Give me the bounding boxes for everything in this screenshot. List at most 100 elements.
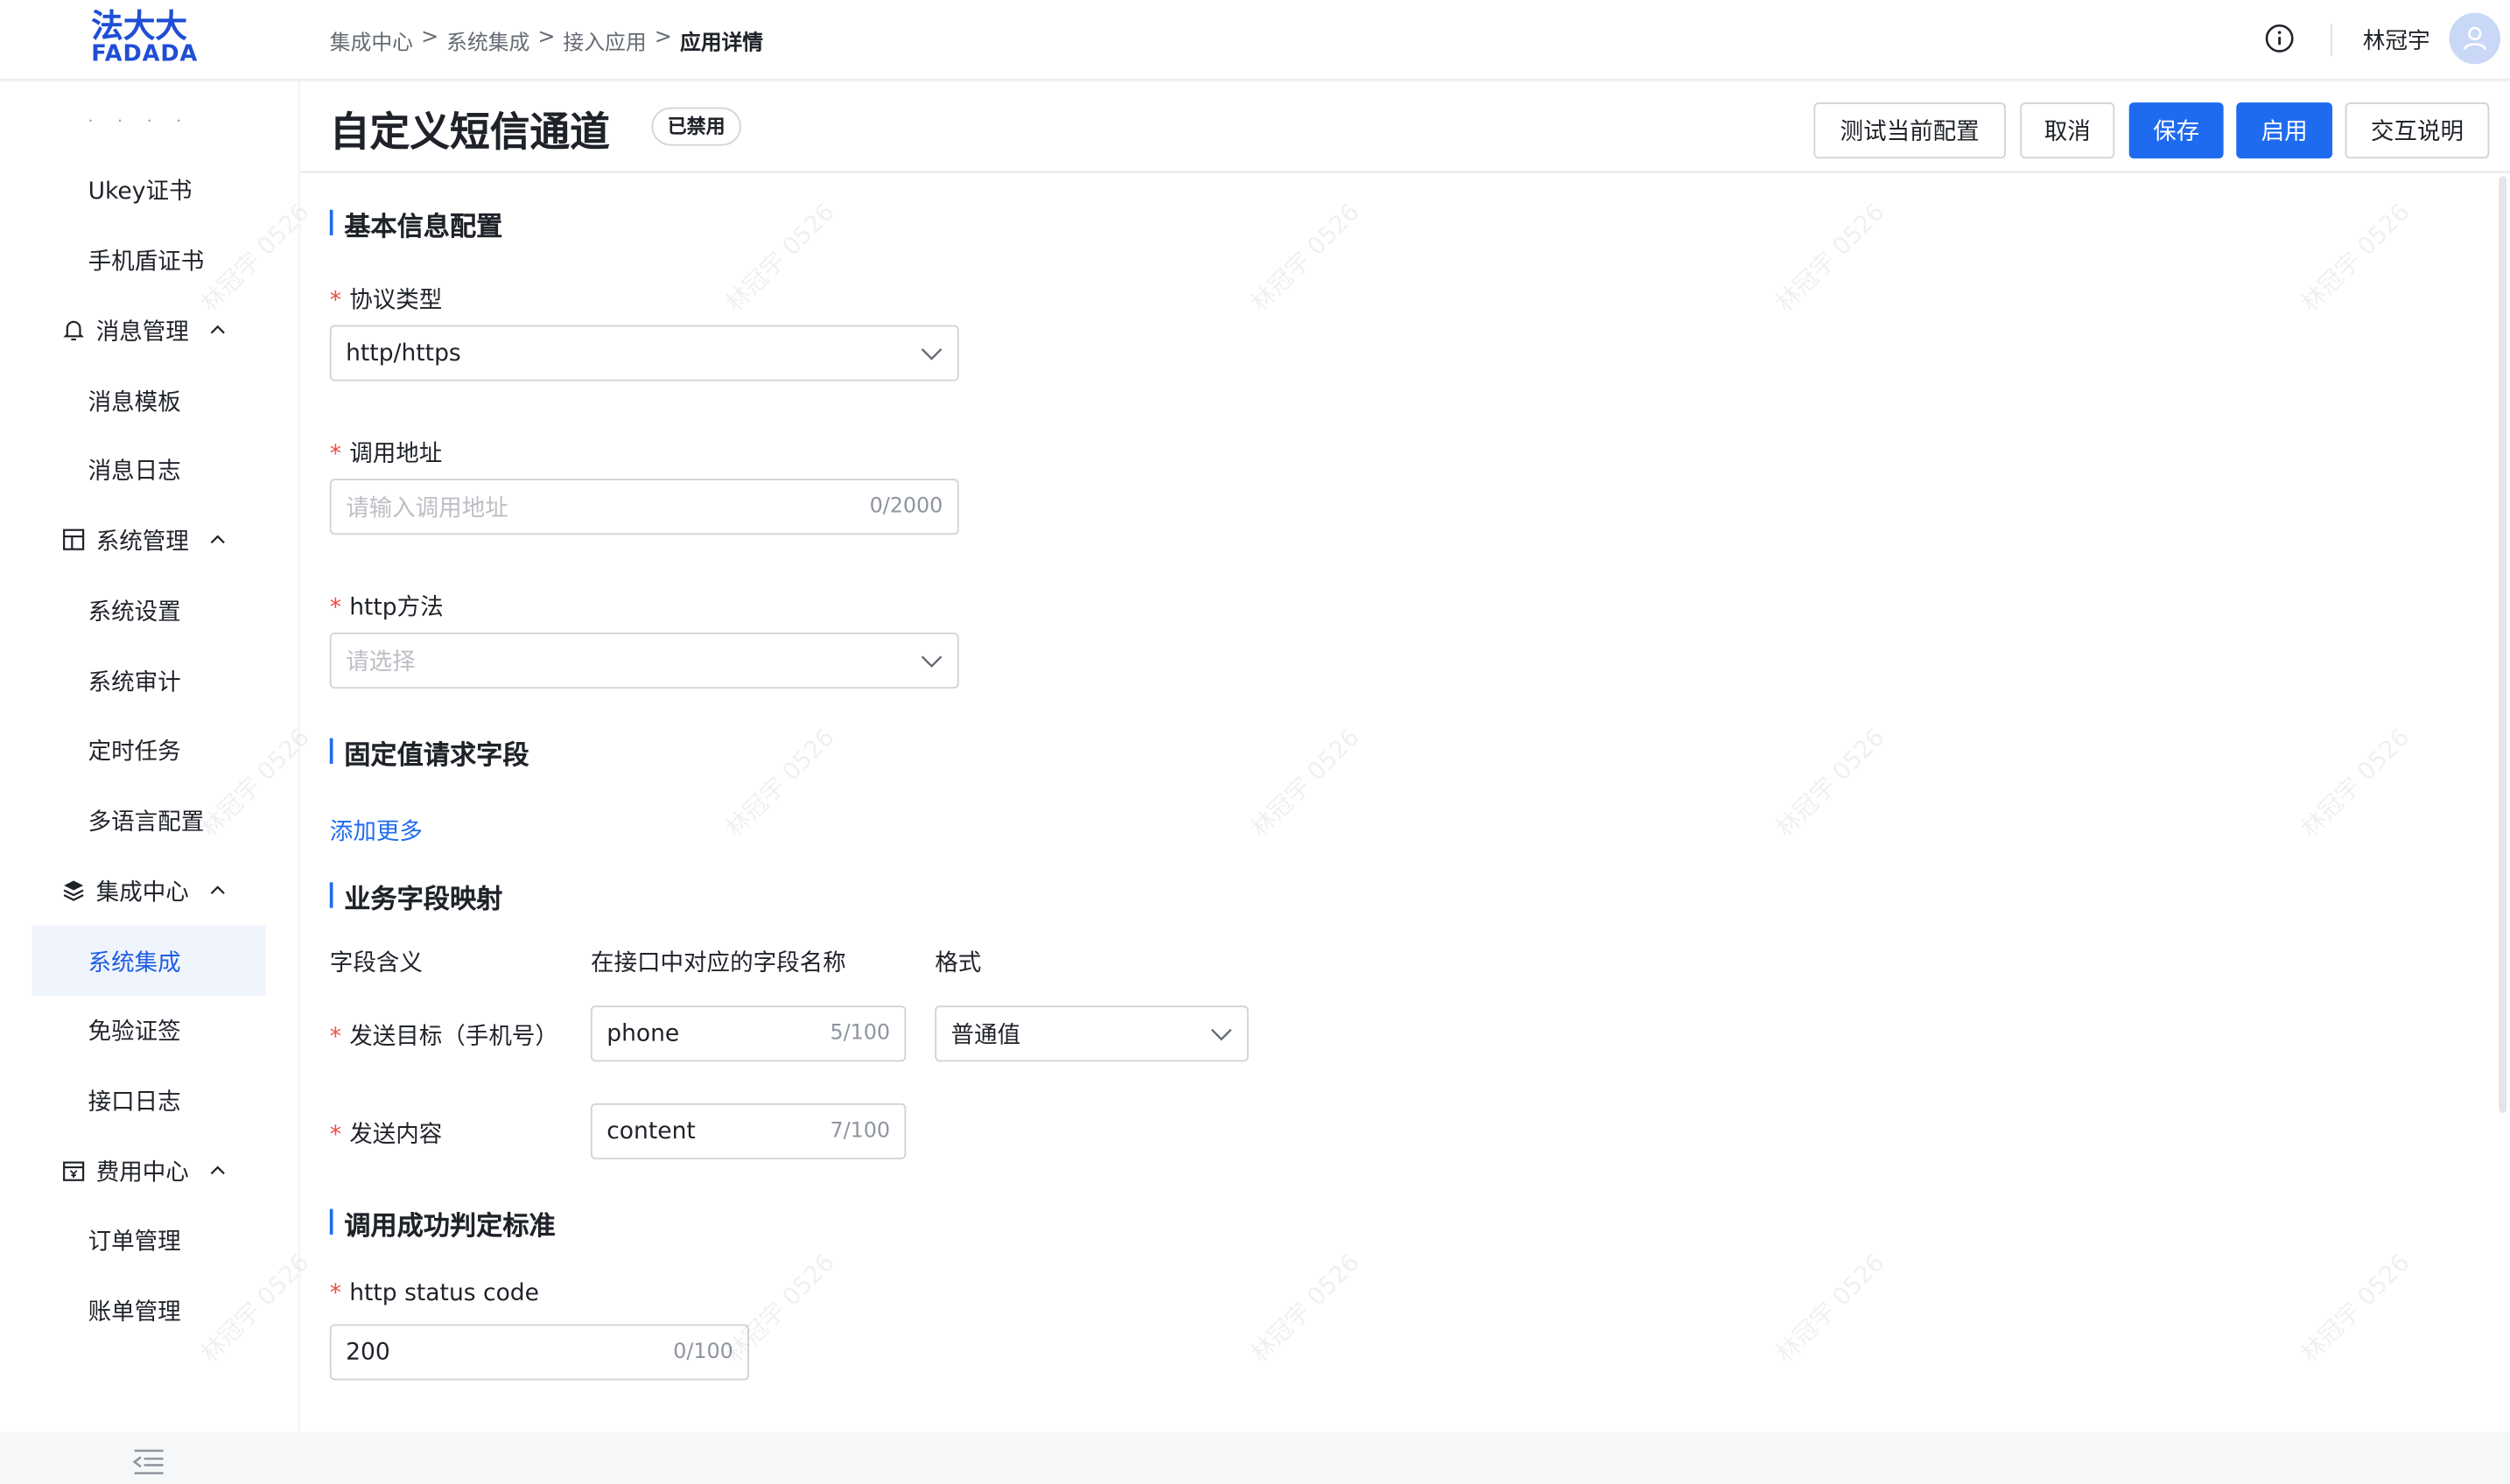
method-label-text: http方法 xyxy=(349,595,444,622)
content-label: * 发送内容 xyxy=(330,1116,442,1150)
bell-icon xyxy=(61,317,87,342)
chevron-up-icon xyxy=(208,1161,228,1180)
collapse-menu-icon[interactable] xyxy=(131,1446,166,1478)
sidebar-item-orders[interactable]: 订单管理 xyxy=(32,1204,266,1275)
save-button[interactable]: 保存 xyxy=(2128,102,2224,159)
chevron-up-icon xyxy=(208,881,228,900)
status-badge: 已禁用 xyxy=(651,107,741,146)
sidebar-item-label: 多语言配置 xyxy=(88,809,205,836)
protocol-label-text: 协议类型 xyxy=(349,288,443,314)
target-format-value: 普通值 xyxy=(950,1023,1021,1049)
section-title-mapping: 业务字段映射 xyxy=(329,878,502,916)
column-header-meaning: 字段含义 xyxy=(329,951,423,977)
sidebar-item-label: 消息日志 xyxy=(88,458,181,485)
method-select[interactable]: 请选择 xyxy=(329,632,959,689)
sidebar-item-ukey-cert[interactable]: Ukey证书 xyxy=(32,154,266,225)
breadcrumb-separator: > xyxy=(654,25,672,50)
sidebar-group-message[interactable]: 消息管理 xyxy=(32,295,266,366)
breadcrumb: 集成中心 > 系统集成 > 接入应用 > 应用详情 xyxy=(330,25,763,56)
chevron-up-icon xyxy=(208,530,228,550)
sidebar-item-bills[interactable]: 账单管理 xyxy=(32,1275,266,1346)
fadada-logo[interactable]: 法大大 FADADA xyxy=(91,10,207,71)
info-icon[interactable] xyxy=(2263,23,2296,55)
url-input[interactable]: 请输入调用地址 0/2000 xyxy=(329,479,959,536)
sidebar-item-no-verify-sign[interactable]: 免验证签 xyxy=(32,994,266,1065)
sidebar: · · · · Ukey证书 手机盾证书 消息管理 消息模板 消息日志 系统管理… xyxy=(0,81,298,1474)
sidebar-group-system[interactable]: 系统管理 xyxy=(32,504,266,575)
column-header-format: 格式 xyxy=(935,951,982,977)
status-code-label-text: http status code xyxy=(349,1281,539,1307)
target-field-value: phone xyxy=(606,1020,680,1046)
breadcrumb-item-system-integration[interactable]: 系统集成 xyxy=(446,25,529,56)
sidebar-item-label: 消息模板 xyxy=(88,389,181,416)
logo-en-text: FADADA xyxy=(91,41,199,67)
breadcrumb-separator: > xyxy=(537,25,556,50)
header-divider xyxy=(2331,24,2332,57)
user-icon xyxy=(2463,26,2486,51)
sidebar-item-label: 系统审计 xyxy=(88,669,181,696)
sidebar-item-message-log[interactable]: 消息日志 xyxy=(32,434,266,505)
sidebar-item-label: 手机盾证书 xyxy=(88,248,205,275)
test-config-button[interactable]: 测试当前配置 xyxy=(1813,102,2006,159)
top-bar: 法大大 FADADA 集成中心 > 系统集成 > 接入应用 > 应用详情 林冠宇 xyxy=(0,0,2510,80)
sidebar-item-label: 系统集成 xyxy=(88,950,181,976)
wallet-icon xyxy=(61,1158,87,1183)
sidebar-group-billing[interactable]: 费用中心 xyxy=(32,1135,266,1206)
sidebar-group-label: 系统管理 xyxy=(95,528,189,556)
content-char-count: 7/100 xyxy=(830,1119,890,1144)
required-mark: * xyxy=(329,1281,342,1307)
protocol-select[interactable]: http/https xyxy=(329,325,959,382)
sidebar-item-label: 定时任务 xyxy=(88,738,181,765)
user-name[interactable]: 林冠宇 xyxy=(2363,24,2430,56)
section-title-success: 调用成功判定标准 xyxy=(329,1204,556,1242)
chevron-down-icon xyxy=(1210,1022,1233,1045)
url-label-text: 调用地址 xyxy=(349,442,443,468)
breadcrumb-separator: > xyxy=(421,25,439,50)
enable-button[interactable]: 启用 xyxy=(2236,102,2332,159)
cancel-button[interactable]: 取消 xyxy=(2020,102,2115,159)
sidebar-group-label: 消息管理 xyxy=(95,319,189,346)
content-field-input[interactable]: content 7/100 xyxy=(590,1102,907,1159)
method-label: * http方法 xyxy=(330,589,444,622)
column-header-field-name: 在接口中对应的字段名称 xyxy=(590,951,846,977)
content-field-value: content xyxy=(606,1118,696,1144)
required-mark: * xyxy=(329,595,342,622)
sidebar-item-message-template[interactable]: 消息模板 xyxy=(32,365,266,436)
sidebar-item-label: Ukey证书 xyxy=(88,178,193,205)
target-label: * 发送目标（手机号） xyxy=(330,1018,558,1052)
sidebar-item-label: 系统设置 xyxy=(88,599,181,626)
target-char-count: 5/100 xyxy=(830,1021,890,1046)
sidebar-item-language-config[interactable]: 多语言配置 xyxy=(32,785,266,856)
page-title: 自定义短信通道 xyxy=(329,108,610,156)
sidebar-item-phone-shield-cert[interactable]: 手机盾证书 xyxy=(32,224,266,295)
protocol-select-value: http/https xyxy=(346,340,461,367)
user-avatar[interactable] xyxy=(2449,12,2501,65)
breadcrumb-item-integration-center[interactable]: 集成中心 xyxy=(330,25,413,56)
add-more-link[interactable]: 添加更多 xyxy=(330,814,423,847)
required-mark: * xyxy=(329,442,342,468)
content-label-text: 发送内容 xyxy=(349,1122,443,1149)
sidebar-group-integration[interactable]: 集成中心 xyxy=(32,855,266,926)
vertical-scrollbar[interactable] xyxy=(2499,176,2507,1113)
status-code-input[interactable]: 200 0/100 xyxy=(329,1324,750,1381)
target-format-select[interactable]: 普通值 xyxy=(935,1005,1249,1062)
interaction-help-button[interactable]: 交互说明 xyxy=(2345,102,2490,159)
target-field-input[interactable]: phone 5/100 xyxy=(590,1005,907,1062)
sidebar-item-api-log[interactable]: 接口日志 xyxy=(32,1065,266,1136)
protocol-label: * 协议类型 xyxy=(330,282,442,315)
sidebar-item-system-integration[interactable]: 系统集成 xyxy=(32,925,266,997)
sidebar-item-system-audit[interactable]: 系统审计 xyxy=(32,645,266,716)
required-mark: * xyxy=(329,1122,342,1149)
status-code-value: 200 xyxy=(346,1339,390,1366)
sidebar-item-system-settings[interactable]: 系统设置 xyxy=(32,575,266,646)
main-content: 自定义短信通道 已禁用 测试当前配置 取消 保存 启用 交互说明 基本信息配置 … xyxy=(300,81,2510,1432)
section-title-basic: 基本信息配置 xyxy=(329,205,502,243)
status-code-char-count: 0/100 xyxy=(673,1340,733,1365)
chevron-up-icon xyxy=(208,320,228,340)
sidebar-item-label: 账单管理 xyxy=(88,1299,181,1326)
section-title-fixed: 固定值请求字段 xyxy=(329,733,529,772)
breadcrumb-item-app-detail: 应用详情 xyxy=(679,32,764,57)
url-input-placeholder: 请输入调用地址 xyxy=(346,496,508,522)
sidebar-item-scheduled-tasks[interactable]: 定时任务 xyxy=(32,714,266,785)
breadcrumb-item-connected-apps[interactable]: 接入应用 xyxy=(564,25,647,56)
